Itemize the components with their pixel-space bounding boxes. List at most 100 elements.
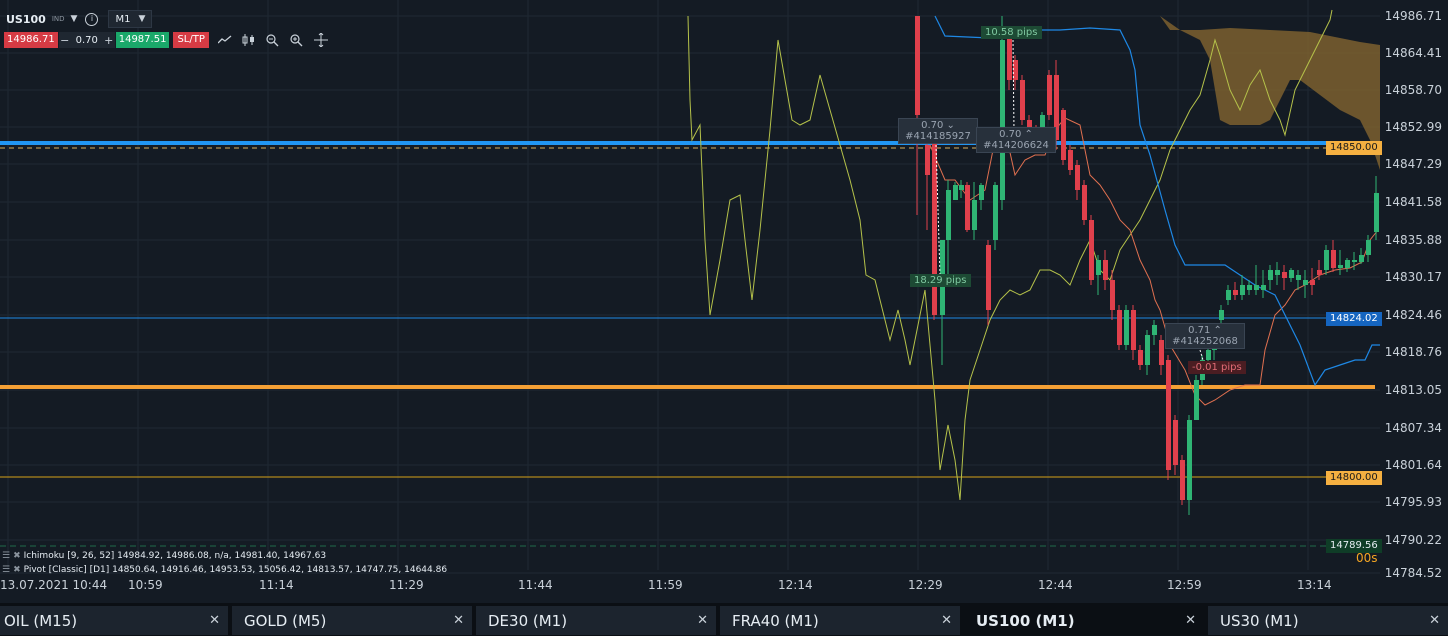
price-axis-label: 14986.71 — [1384, 9, 1442, 23]
buy-button[interactable]: 14987.51 — [115, 32, 170, 48]
candle-body — [1282, 272, 1287, 278]
candle-body — [1124, 310, 1129, 345]
close-icon[interactable]: ✖ — [13, 551, 21, 561]
price-axis-label: 14852.99 — [1384, 120, 1442, 134]
settings-icon[interactable]: ☰ — [2, 551, 10, 561]
candle-body — [1247, 285, 1252, 290]
candle-body — [1187, 420, 1192, 500]
timeframe-value: M1 — [115, 13, 131, 25]
zoom-out-icon[interactable] — [265, 32, 281, 48]
close-icon[interactable]: ✕ — [1185, 613, 1196, 628]
candle-body — [1261, 285, 1266, 290]
order-volume: 0.70 — [921, 120, 944, 131]
candle-body — [1096, 260, 1101, 275]
info-icon[interactable]: i — [85, 12, 99, 26]
candle-body — [1289, 270, 1294, 278]
symbol-header: US100 IND ▼ i M1 ▼ — [6, 10, 153, 28]
price-axis-label: 14813.05 — [1384, 383, 1442, 397]
candle-body — [1145, 335, 1150, 365]
timeframe-select[interactable]: M1 ▼ — [108, 10, 153, 28]
tab-label: DE30 (M1) — [488, 611, 568, 630]
tab-label: US100 (M1) — [976, 611, 1075, 630]
indicator-legend-ichimoku[interactable]: ☰ ✖ Ichimoku [9, 26, 52] 14984.92, 14986… — [2, 551, 326, 561]
time-axis-label: 11:59 — [648, 578, 683, 592]
candle-body — [1324, 250, 1329, 270]
candle-body — [1345, 260, 1350, 268]
candle-body — [1194, 380, 1199, 420]
candle-body — [1117, 310, 1122, 345]
time-axis-label: 11:44 — [518, 578, 553, 592]
candle-body — [946, 190, 951, 240]
candle-body — [1366, 240, 1371, 255]
price-axis-label: 14835.88 — [1384, 233, 1442, 247]
tab-us30[interactable]: US30 (M1) ✕ — [1208, 606, 1448, 635]
tab-fra40[interactable]: FRA40 (M1) ✕ — [720, 606, 964, 635]
close-icon[interactable]: ✕ — [453, 613, 464, 628]
tab-gold[interactable]: GOLD (M5) ✕ — [232, 606, 476, 635]
candle-body — [1180, 460, 1185, 500]
line-chart-icon[interactable] — [217, 32, 233, 48]
tab-de30[interactable]: DE30 (M1) ✕ — [476, 606, 720, 635]
close-icon[interactable]: ✖ — [13, 565, 21, 575]
minus-icon[interactable]: − — [59, 34, 71, 47]
price-axis-label: 14790.22 — [1384, 533, 1442, 547]
price-axis-label: 14795.93 — [1384, 495, 1442, 509]
indicator-legend-pivot[interactable]: ☰ ✖ Pivot [Classic] [D1] 14850.64, 14916… — [2, 565, 447, 575]
candle-body — [1338, 265, 1343, 268]
settings-icon[interactable]: ☰ — [2, 565, 10, 575]
candle-body — [993, 185, 998, 240]
order-id: #414206624 — [983, 140, 1049, 151]
price-axis-label: 14801.64 — [1384, 458, 1442, 472]
order-id: #414185927 — [905, 131, 971, 142]
volume-stepper[interactable]: − 0.70 + — [58, 32, 115, 48]
price-axis-label: 14824.46 — [1384, 308, 1442, 322]
time-axis-label: 12:44 — [1038, 578, 1073, 592]
caret-down-icon[interactable]: ▼ — [71, 14, 78, 24]
sell-button[interactable]: 14986.71 — [4, 32, 58, 48]
time-axis-label: 12:29 — [908, 578, 943, 592]
close-icon[interactable]: ✕ — [1429, 613, 1440, 628]
candle-body — [1219, 310, 1224, 320]
chevron-down-icon[interactable]: ⌄ — [947, 120, 955, 131]
order-tag[interactable]: 0.70 ⌄ #414185927 — [898, 118, 978, 144]
candle-body — [925, 145, 930, 175]
close-icon[interactable]: ✕ — [697, 613, 708, 628]
candle-body — [1303, 280, 1308, 285]
candle-body — [986, 245, 991, 310]
sltp-button[interactable]: SL/TP — [173, 32, 209, 48]
order-tag[interactable]: 0.70 ⌃ #414206624 — [976, 127, 1056, 153]
candle-body — [965, 185, 970, 230]
order-volume: 0.71 — [1188, 325, 1211, 336]
plus-icon[interactable]: + — [103, 34, 115, 47]
tab-bar: OIL (M15) ✕ GOLD (M5) ✕ DE30 (M1) ✕ FRA4… — [0, 603, 1448, 636]
candle-body — [1173, 420, 1178, 465]
candle-body — [979, 185, 984, 200]
close-icon[interactable]: ✕ — [209, 613, 220, 628]
candle-body — [1152, 325, 1157, 335]
candle-body — [1331, 250, 1336, 268]
symbol-name[interactable]: US100 — [6, 13, 46, 26]
tab-label: FRA40 (M1) — [732, 611, 819, 630]
candle-body — [1110, 280, 1115, 310]
volume-input[interactable]: 0.70 — [71, 35, 103, 46]
tab-oil[interactable]: OIL (M15) ✕ — [0, 606, 232, 635]
time-axis-label: 11:29 — [389, 578, 424, 592]
indicator-label: Pivot [Classic] [D1] 14850.64, 14916.46,… — [23, 565, 448, 575]
crosshair-icon[interactable] — [313, 32, 329, 48]
chart-area[interactable]: 14986.71 14864.41 14858.70 14852.99 1484… — [0, 0, 1448, 603]
ichimoku-price-tag: 14824.02 — [1326, 312, 1382, 326]
order-tag[interactable]: 0.71 ⌃ #414252068 — [1165, 323, 1245, 349]
close-icon[interactable]: ✕ — [941, 613, 952, 628]
zoom-in-icon[interactable] — [289, 32, 305, 48]
candle-body — [1359, 255, 1364, 262]
chevron-up-icon[interactable]: ⌃ — [1214, 325, 1222, 336]
candlestick-icon[interactable] — [241, 32, 257, 48]
tab-us100[interactable]: US100 (M1) ✕ — [964, 606, 1208, 635]
candle-body — [1000, 40, 1005, 200]
time-axis-label: 12:14 — [778, 578, 813, 592]
chevron-up-icon[interactable]: ⌃ — [1025, 129, 1033, 140]
price-chart[interactable] — [0, 0, 1380, 603]
price-axis-label: 14858.70 — [1384, 83, 1442, 97]
candle-body — [1138, 350, 1143, 365]
time-axis-label: 13:14 — [1297, 578, 1332, 592]
